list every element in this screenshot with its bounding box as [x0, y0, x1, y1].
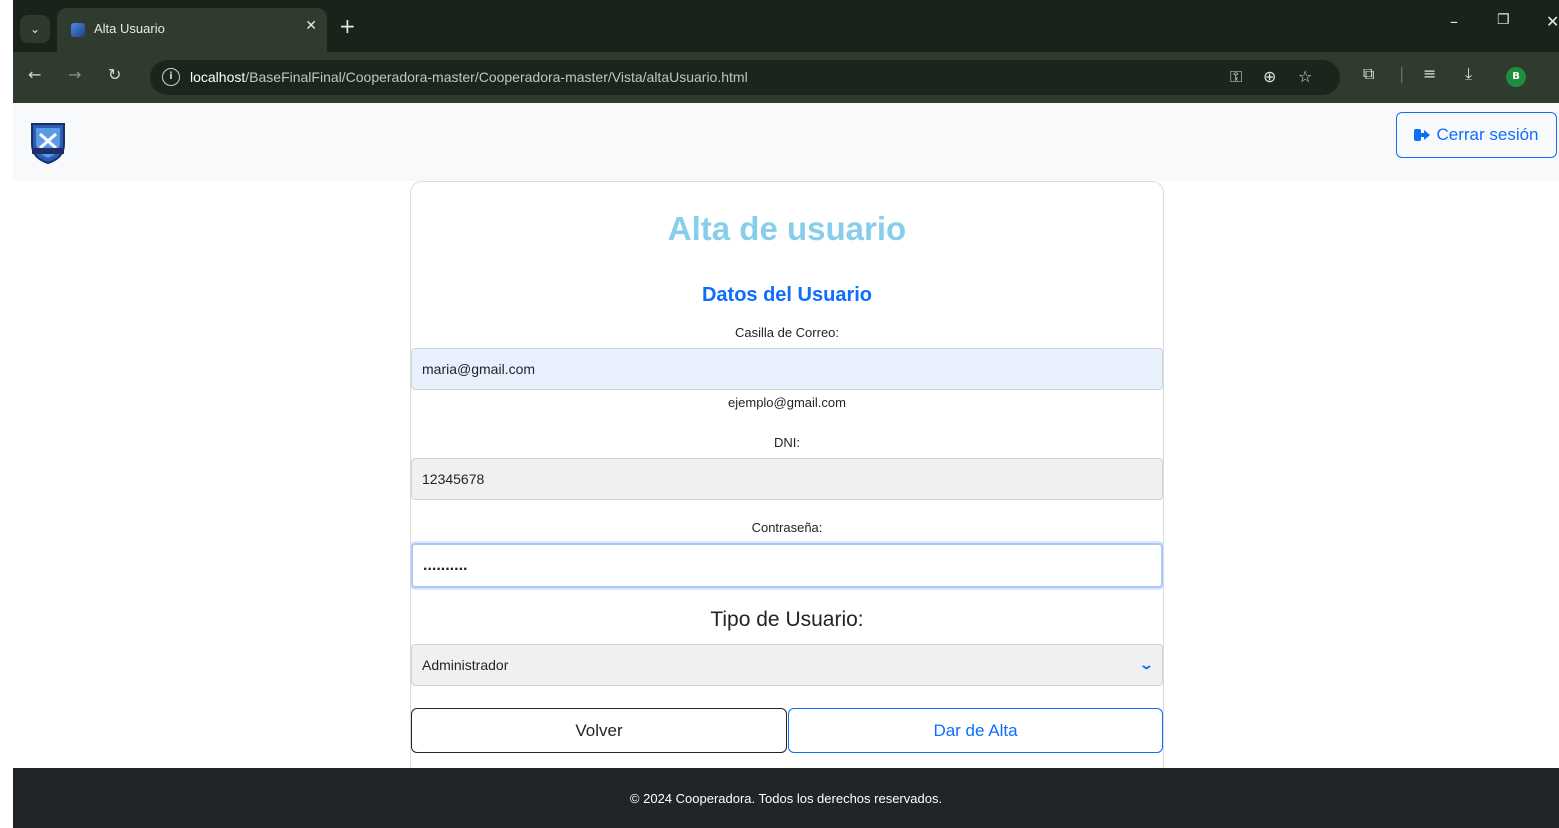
dni-label: DNI:: [774, 435, 800, 450]
new-tab-icon[interactable]: +: [339, 14, 356, 38]
reading-list-icon[interactable]: ≡: [1423, 64, 1436, 83]
logout-label: Cerrar sesión: [1436, 125, 1539, 144]
tab-strip: ⌄ Alta Usuario ✕ + – ❐ ✕: [13, 0, 1559, 52]
forward-arrow-icon[interactable]: →: [68, 65, 81, 84]
site-footer: © 2024 Cooperadora. Todos los derechos r…: [13, 768, 1559, 828]
submit-button[interactable]: Dar de Alta: [788, 708, 1163, 753]
screen: ⌄ Alta Usuario ✕ + – ❐ ✕ ← → ↻ i localho…: [0, 0, 1559, 828]
user-type-select[interactable]: Administrador ⌄: [411, 644, 1163, 686]
password-input[interactable]: ..........: [411, 543, 1163, 588]
web-page: Cerrar sesión Alta de usuario Datos del …: [13, 103, 1559, 828]
tab-close-icon[interactable]: ✕: [305, 18, 317, 34]
extensions-icon[interactable]: ⧉: [1363, 64, 1374, 84]
url-text: localhost/BaseFinalFinal/Cooperadora-mas…: [190, 69, 748, 85]
minimize-icon[interactable]: –: [1450, 12, 1458, 31]
url-host: localhost: [190, 69, 246, 85]
email-label: Casilla de Correo:: [734, 325, 840, 340]
sign-out-icon: [1414, 129, 1431, 141]
email-value: maria@gmail.com: [422, 361, 536, 377]
password-value: ..........: [423, 556, 468, 574]
browser-toolbar: ← → ↻ i localhost/BaseFinalFinal/Coopera…: [13, 52, 1559, 103]
download-icon[interactable]: ⤓: [1465, 64, 1472, 84]
logout-button[interactable]: Cerrar sesión: [1396, 112, 1557, 158]
site-info-icon[interactable]: i: [162, 68, 180, 86]
school-logo-icon[interactable]: [28, 120, 68, 164]
toolbar-divider: |: [1399, 64, 1405, 83]
back-button[interactable]: Volver: [411, 708, 787, 753]
tab-title: Alta Usuario: [94, 21, 165, 36]
close-window-icon[interactable]: ✕: [1546, 12, 1559, 31]
user-type-value: Administrador: [422, 657, 509, 673]
url-path: /BaseFinalFinal/Cooperadora-master/Coope…: [245, 69, 748, 85]
dni-input[interactable]: 12345678: [411, 458, 1163, 500]
chevron-down-icon: ⌄: [1138, 657, 1155, 672]
tab-search-button[interactable]: ⌄: [20, 15, 50, 43]
zoom-icon[interactable]: ⊕: [1263, 67, 1276, 86]
password-key-icon[interactable]: ⚿: [1230, 67, 1242, 87]
browser-tab[interactable]: Alta Usuario ✕: [57, 8, 327, 52]
section-title: Datos del Usuario: [701, 284, 873, 306]
bookmark-star-icon[interactable]: ☆: [1298, 67, 1312, 86]
user-form-card: Alta de usuario Datos del Usuario Casill…: [410, 181, 1164, 781]
dni-value: 12345678: [422, 471, 485, 487]
restore-icon[interactable]: ❐: [1497, 12, 1510, 28]
password-label: Contraseña:: [751, 520, 823, 535]
user-type-label: Tipo de Usuario:: [710, 608, 864, 631]
footer-text: © 2024 Cooperadora. Todos los derechos r…: [629, 790, 943, 806]
browser-chrome: ⌄ Alta Usuario ✕ + – ❐ ✕ ← → ↻ i localho…: [13, 0, 1559, 103]
email-hint: ejemplo@gmail.com: [728, 395, 846, 410]
tab-favicon-icon: [71, 23, 85, 37]
page-title: Alta de usuario: [667, 210, 907, 247]
back-arrow-icon[interactable]: ←: [28, 65, 41, 84]
reload-icon[interactable]: ↻: [108, 65, 121, 84]
email-input[interactable]: maria@gmail.com: [411, 348, 1163, 390]
site-header: Cerrar sesión: [13, 103, 1559, 181]
address-bar[interactable]: i localhost/BaseFinalFinal/Cooperadora-m…: [150, 60, 1340, 95]
profile-avatar[interactable]: B: [1506, 67, 1526, 87]
